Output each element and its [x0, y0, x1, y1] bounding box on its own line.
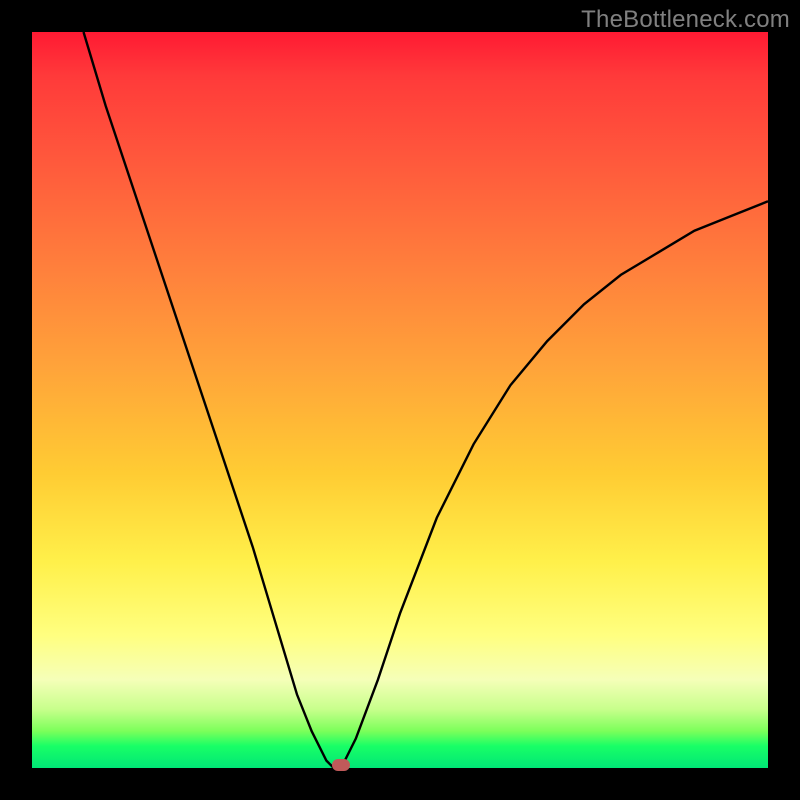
curve-left-branch [84, 32, 334, 768]
bottleneck-curve [32, 32, 768, 768]
curve-right-branch [341, 201, 768, 768]
chart-frame: TheBottleneck.com [0, 0, 800, 800]
plot-area [32, 32, 768, 768]
watermark-text: TheBottleneck.com [581, 6, 790, 34]
optimum-marker [332, 759, 350, 771]
